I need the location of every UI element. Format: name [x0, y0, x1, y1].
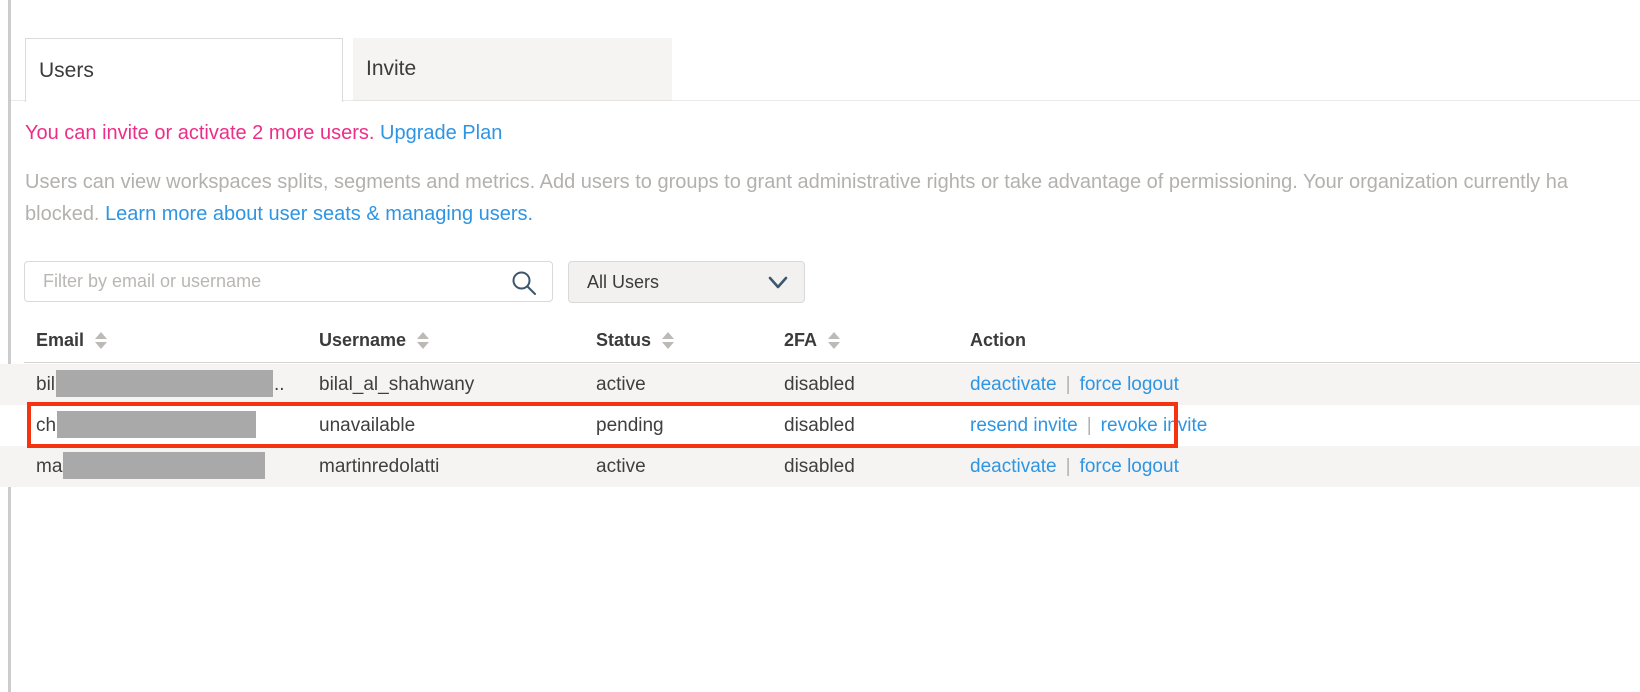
- column-header-username[interactable]: Username: [319, 318, 429, 363]
- column-header-username-label: Username: [319, 330, 406, 351]
- chevron-down-icon: [768, 275, 788, 290]
- left-panel-divider: [8, 0, 11, 692]
- twofa-cell: disabled: [784, 364, 855, 405]
- filter-input[interactable]: [24, 261, 553, 302]
- column-header-2fa-label: 2FA: [784, 330, 817, 351]
- action-cell: resend invite|revoke invite: [970, 405, 1207, 446]
- column-header-2fa[interactable]: 2FA: [784, 318, 840, 363]
- email-cell: ma: [36, 446, 266, 487]
- action-cell: deactivate|force logout: [970, 446, 1179, 487]
- tab-users-label: Users: [39, 59, 94, 83]
- action-separator: |: [1057, 374, 1080, 395]
- seat-limit-message: You can invite or activate 2 more users.: [25, 122, 374, 144]
- email-prefix: ch: [36, 415, 56, 436]
- user-filter-dropdown[interactable]: All Users: [568, 261, 805, 303]
- sort-icon[interactable]: [828, 332, 840, 349]
- status-cell: pending: [596, 405, 664, 446]
- twofa-cell: disabled: [784, 405, 855, 446]
- tab-invite[interactable]: Invite: [353, 38, 672, 101]
- learn-more-link[interactable]: Learn more about user seats & managing u…: [105, 203, 533, 225]
- tab-users[interactable]: Users: [25, 38, 343, 102]
- resend-invite-link[interactable]: resend invite: [970, 415, 1078, 436]
- email-prefix: ma: [36, 456, 62, 477]
- user-admin-page: Users Invite You can invite or activate …: [0, 0, 1640, 692]
- redaction-box: [63, 452, 265, 479]
- table-row: bil.. bilal_al_shahwany active disabled …: [0, 364, 1640, 405]
- sort-icon[interactable]: [95, 332, 107, 349]
- redaction-box: [56, 370, 273, 397]
- username-cell: bilal_al_shahwany: [319, 364, 474, 405]
- redaction-box: [57, 411, 256, 438]
- email-cell: ch: [36, 405, 257, 446]
- status-cell: active: [596, 364, 646, 405]
- status-cell: active: [596, 446, 646, 487]
- action-cell: deactivate|force logout: [970, 364, 1179, 405]
- action-separator: |: [1057, 456, 1080, 477]
- column-header-email-label: Email: [36, 330, 84, 351]
- seat-limit-notice: You can invite or activate 2 more users.…: [25, 122, 502, 145]
- email-prefix: bil: [36, 374, 55, 395]
- column-header-email[interactable]: Email: [36, 318, 107, 363]
- username-cell: unavailable: [319, 405, 415, 446]
- twofa-cell: disabled: [784, 446, 855, 487]
- deactivate-link[interactable]: deactivate: [970, 456, 1057, 477]
- users-description: Users can view workspaces splits, segmen…: [25, 166, 1568, 230]
- email-suffix: ..: [274, 374, 285, 395]
- users-table-header: Email Username Status 2FA Action: [24, 318, 1640, 363]
- upgrade-plan-link[interactable]: Upgrade Plan: [380, 122, 502, 144]
- column-header-action: Action: [970, 318, 1026, 363]
- username-cell: martinredolatti: [319, 446, 439, 487]
- description-line2-prefix: blocked.: [25, 203, 105, 225]
- user-filter-dropdown-value: All Users: [587, 272, 659, 293]
- force-logout-link[interactable]: force logout: [1080, 374, 1179, 395]
- column-header-status[interactable]: Status: [596, 318, 674, 363]
- search-icon: [511, 270, 537, 296]
- tab-invite-label: Invite: [366, 57, 416, 81]
- action-separator: |: [1078, 415, 1101, 436]
- table-row: ma martinredolatti active disabled deact…: [0, 446, 1640, 487]
- revoke-invite-link[interactable]: revoke invite: [1101, 415, 1208, 436]
- force-logout-link[interactable]: force logout: [1080, 456, 1179, 477]
- sort-icon[interactable]: [662, 332, 674, 349]
- email-cell: bil..: [36, 364, 285, 405]
- deactivate-link[interactable]: deactivate: [970, 374, 1057, 395]
- description-line1: Users can view workspaces splits, segmen…: [25, 166, 1568, 198]
- column-header-action-label: Action: [970, 330, 1026, 351]
- column-header-status-label: Status: [596, 330, 651, 351]
- sort-icon[interactable]: [417, 332, 429, 349]
- table-row: ch unavailable pending disabled resend i…: [0, 405, 1640, 446]
